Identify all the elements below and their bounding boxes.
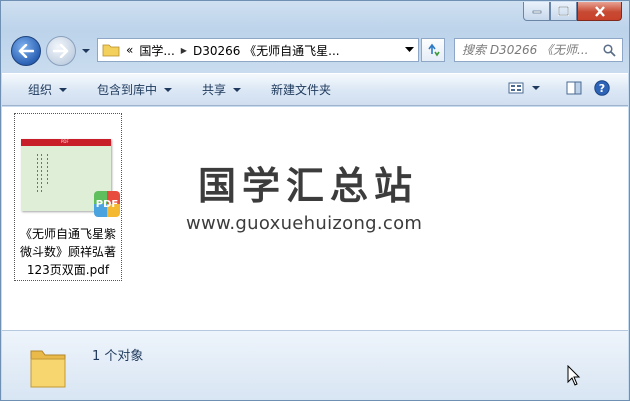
refresh-icon bbox=[428, 43, 440, 57]
svg-text:?: ? bbox=[599, 82, 605, 95]
details-pane: 1 个对象 bbox=[2, 330, 628, 400]
organize-menu[interactable]: 组织 bbox=[20, 78, 75, 102]
thumbnail-text-line bbox=[37, 154, 38, 194]
view-controls: ? bbox=[508, 80, 610, 96]
new-folder-button[interactable]: 新建文件夹 bbox=[263, 78, 339, 102]
file-name[interactable]: 《无师自通飞星紫微斗数》顾祥弘著123页双面.pdf bbox=[15, 225, 121, 279]
include-in-library-menu[interactable]: 包含到库中 bbox=[89, 78, 180, 102]
address-bar[interactable]: « 国学... ▶ D30266 《无师自通飞星... bbox=[97, 38, 419, 62]
search-box[interactable] bbox=[454, 38, 623, 62]
recent-pages-dropdown[interactable] bbox=[81, 46, 91, 56]
change-view-button[interactable] bbox=[508, 82, 540, 94]
breadcrumb-guoxue[interactable]: 国学... bbox=[139, 42, 174, 59]
pdf-badge-icon: PDF bbox=[94, 191, 120, 217]
arrow-right-icon bbox=[53, 44, 69, 58]
maximize-button[interactable] bbox=[550, 2, 577, 21]
explorer-window: « 国学... ▶ D30266 《无师自通飞星... 组织 包含到库中 共享 bbox=[0, 0, 630, 401]
thumbnail-text-line bbox=[47, 154, 48, 184]
watermark-url: www.guoxuehuizong.com bbox=[186, 213, 423, 234]
folder-icon bbox=[30, 350, 66, 388]
chevron-down-icon bbox=[233, 87, 242, 92]
caption-buttons bbox=[523, 2, 622, 21]
forward-button[interactable] bbox=[46, 36, 76, 66]
help-icon[interactable]: ? bbox=[594, 80, 610, 96]
share-menu[interactable]: 共享 bbox=[194, 78, 249, 102]
include-in-library-label: 包含到库中 bbox=[97, 83, 158, 97]
address-dropdown-icon[interactable] bbox=[405, 47, 414, 53]
close-icon bbox=[594, 5, 605, 17]
close-button[interactable] bbox=[577, 2, 622, 21]
organize-label: 组织 bbox=[28, 83, 53, 97]
breadcrumb-separator-icon[interactable]: ▶ bbox=[181, 46, 187, 55]
chevron-down-icon bbox=[164, 87, 173, 92]
command-bar: 组织 包含到库中 共享 新建文件夹 ? bbox=[2, 73, 628, 106]
search-icon[interactable] bbox=[603, 44, 616, 57]
folder-icon bbox=[102, 44, 120, 57]
file-list-area[interactable]: PDF PDF 《无师自通飞星紫微斗数》顾祥弘著123页双面.pdf 国学汇总站… bbox=[2, 107, 628, 330]
minimize-icon bbox=[532, 10, 541, 14]
navigation-bar: « 国学... ▶ D30266 《无师自通飞星... bbox=[1, 34, 629, 66]
pdf-badge-label: PDF bbox=[95, 198, 119, 210]
new-folder-label: 新建文件夹 bbox=[271, 83, 332, 97]
breadcrumb-current-folder[interactable]: D30266 《无师自通飞星... bbox=[193, 42, 340, 59]
chevron-down-icon bbox=[532, 86, 540, 90]
search-input[interactable] bbox=[462, 43, 600, 57]
back-button[interactable] bbox=[11, 36, 41, 66]
thumbnail-label: PDF bbox=[61, 139, 69, 144]
maximize-icon bbox=[558, 6, 569, 16]
refresh-button[interactable] bbox=[421, 38, 445, 62]
share-label: 共享 bbox=[202, 83, 227, 97]
watermark-title: 国学汇总站 bbox=[198, 164, 419, 208]
item-count: 1 个对象 bbox=[92, 349, 144, 364]
arrow-left-icon bbox=[18, 44, 34, 58]
address-overflow[interactable]: « bbox=[126, 43, 133, 57]
thumbnail-header: PDF bbox=[21, 139, 111, 146]
thumbnail-text-line bbox=[41, 154, 42, 194]
preview-pane-icon[interactable] bbox=[566, 81, 582, 95]
minimize-button[interactable] bbox=[523, 2, 550, 21]
mouse-cursor-icon bbox=[567, 365, 581, 386]
file-item[interactable]: PDF PDF 《无师自通飞星紫微斗数》顾祥弘著123页双面.pdf bbox=[14, 113, 122, 281]
view-options-icon bbox=[508, 82, 524, 94]
chevron-down-icon bbox=[59, 87, 68, 92]
